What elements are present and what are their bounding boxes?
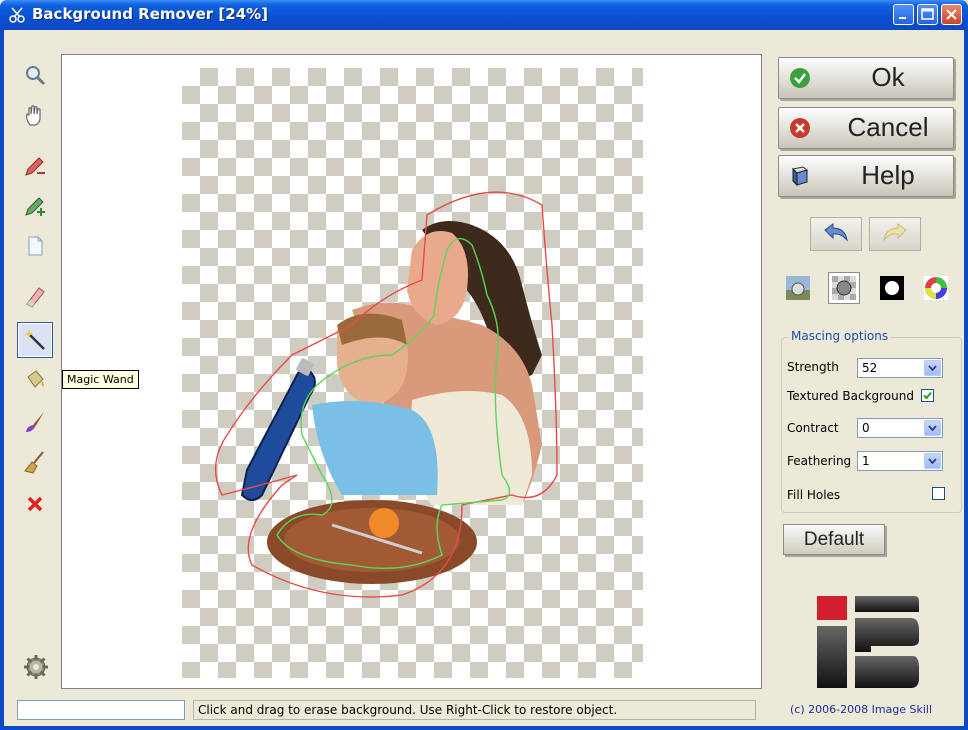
eraser-icon	[26, 287, 45, 308]
strength-value: 52	[862, 361, 878, 375]
cancel-icon	[790, 118, 810, 138]
zoom-tool-button[interactable]	[17, 58, 53, 94]
magic-wand-icon	[24, 329, 45, 350]
transparent-background-option[interactable]	[828, 272, 860, 304]
check-icon	[790, 68, 810, 88]
photo-subject	[214, 191, 558, 598]
eraser-tool-button[interactable]	[17, 278, 53, 314]
image-background-icon	[786, 276, 810, 300]
brush-icon	[26, 412, 44, 432]
maximize-icon	[921, 8, 934, 20]
checkmark-icon	[923, 391, 932, 400]
masking-options-legend: Mascing options	[788, 329, 892, 343]
window-title: Background Remover [24%]	[32, 5, 269, 23]
hand-icon	[26, 105, 41, 126]
pencil-minus-icon	[25, 157, 45, 176]
scissors-icon	[9, 7, 25, 23]
help-label: Help	[861, 160, 915, 190]
title-bar: Background Remover [24%]	[0, 0, 968, 30]
chevron-down-icon[interactable]	[924, 453, 941, 469]
restore-tool-button[interactable]	[17, 362, 53, 398]
minimize-icon	[899, 17, 906, 19]
image-skill-logo	[817, 596, 919, 688]
ok-button[interactable]: Ok	[778, 57, 954, 99]
contract-label: Contract	[787, 421, 839, 435]
cancel-button[interactable]: Cancel	[778, 107, 954, 149]
window-border-bottom	[0, 726, 968, 730]
redo-arrow-icon	[883, 223, 907, 242]
bucket-icon	[27, 370, 44, 388]
help-button[interactable]: Help	[778, 155, 954, 197]
red-x-icon	[27, 496, 43, 512]
image-canvas[interactable]	[61, 54, 762, 689]
chevron-down-icon[interactable]	[924, 420, 941, 436]
gear-icon[interactable]	[22, 653, 50, 681]
close-icon	[946, 9, 957, 20]
copyright-text: (c) 2006-2008 Image Skill	[790, 703, 933, 716]
minimize-button[interactable]	[893, 4, 914, 25]
undo-arrow-icon	[824, 223, 848, 242]
pan-tool-button[interactable]	[17, 98, 53, 134]
chevron-down-icon[interactable]	[924, 360, 941, 376]
contract-value: 0	[862, 421, 870, 435]
redo-button[interactable]	[869, 217, 921, 251]
brush-tool-button[interactable]	[17, 404, 53, 440]
textured-background-label: Textured Background	[787, 389, 914, 403]
help-book-icon	[791, 166, 809, 187]
undo-button[interactable]	[810, 217, 862, 251]
window-border-left	[0, 30, 4, 730]
feathering-select[interactable]: 1	[857, 451, 943, 471]
pencil-add-tool-button[interactable]	[17, 188, 53, 224]
feathering-label: Feathering	[787, 454, 852, 468]
color-background-option[interactable]	[920, 272, 952, 304]
magic-wand-tooltip: Magic Wand	[62, 370, 139, 389]
fill-holes-checkbox[interactable]	[932, 487, 945, 500]
magnifier-icon	[26, 66, 46, 86]
cancel-label: Cancel	[847, 112, 929, 142]
blank-page-icon	[28, 236, 43, 256]
maximize-button[interactable]	[917, 4, 938, 25]
pencil-plus-icon	[25, 197, 45, 216]
progress-field	[17, 700, 185, 720]
window-border-right	[964, 30, 968, 730]
black-background-icon	[880, 276, 904, 300]
pencil-remove-tool-button[interactable]	[17, 148, 53, 184]
broom-tool-button[interactable]	[17, 444, 53, 480]
transparent-background-icon	[832, 276, 856, 300]
status-message: Click and drag to erase background. Use …	[193, 700, 756, 720]
broom-icon	[24, 451, 44, 474]
contract-select[interactable]: 0	[857, 418, 943, 438]
magic-wand-tool-button[interactable]	[17, 322, 53, 358]
ok-label: Ok	[871, 62, 905, 92]
strength-select[interactable]: 52	[857, 358, 943, 378]
new-page-tool-button[interactable]	[17, 228, 53, 264]
black-background-option[interactable]	[876, 272, 908, 304]
color-background-icon	[924, 276, 948, 300]
clear-tool-button[interactable]	[17, 486, 53, 522]
close-button[interactable]	[941, 4, 962, 25]
textured-background-checkbox[interactable]	[921, 389, 934, 402]
fill-holes-label: Fill Holes	[787, 488, 841, 502]
default-button[interactable]: Default	[783, 524, 885, 555]
image-background-option[interactable]	[782, 272, 814, 304]
strength-label: Strength	[787, 360, 839, 374]
feathering-value: 1	[862, 454, 870, 468]
